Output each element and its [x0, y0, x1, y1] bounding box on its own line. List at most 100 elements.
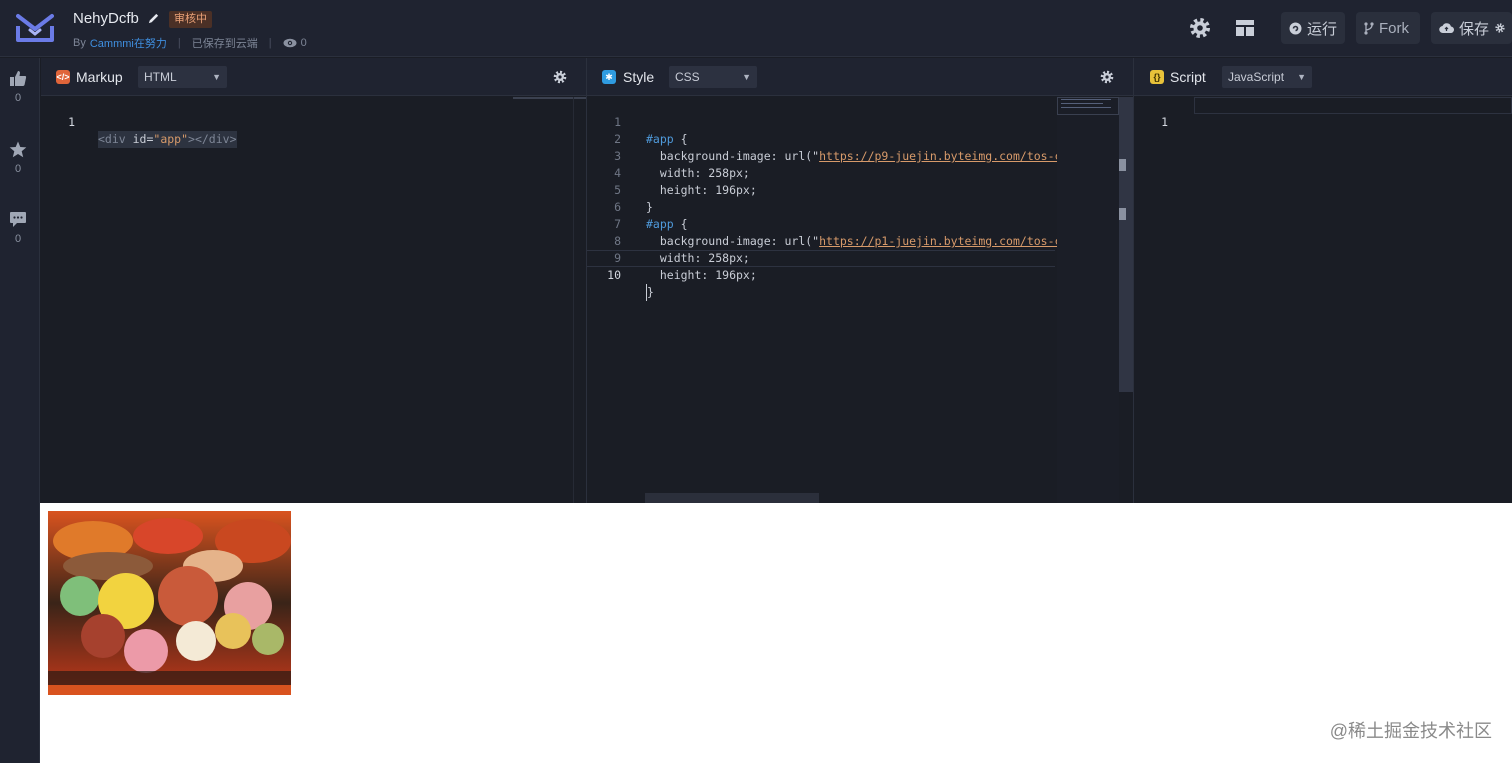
layout-grid-icon[interactable]: [1233, 16, 1257, 40]
project-meta: By Cammmi在努力 | 已保存到云端 | 0: [73, 35, 307, 51]
horizontal-scrollbar[interactable]: [645, 493, 819, 503]
project-title[interactable]: NehyDcfb: [73, 10, 139, 27]
cloud-upload-icon: [1439, 23, 1454, 34]
minimap-indicator: [513, 97, 586, 99]
code-line: 3 width: 258px;: [587, 131, 750, 180]
markup-editor[interactable]: 1 <div id="app"></div>: [41, 97, 586, 503]
save-button[interactable]: 保存: [1431, 12, 1501, 44]
chevron-down-icon: ▼: [1297, 72, 1306, 82]
html-attr-value: "app": [153, 132, 189, 146]
star-icon: [9, 141, 27, 158]
save-status: 已保存到云端: [191, 38, 258, 50]
author-link[interactable]: Cammmi在努力: [90, 35, 167, 51]
style-icon: ✱: [602, 70, 616, 84]
fork-label: Fork: [1379, 19, 1409, 37]
scroll-marker: [1119, 208, 1126, 220]
run-icon: [1289, 22, 1302, 34]
css-selector: #app: [646, 217, 674, 231]
markup-icon: </>: [56, 70, 70, 84]
code-editor-app: NehyDcfb 审核中 By Cammmi在努力 | 已保存到云端 | 0 运…: [0, 0, 1512, 763]
code-line: 4 height: 196px;: [587, 148, 757, 197]
css-url-string[interactable]: https://p9-juejin.byteimg.com/tos-cn: [819, 149, 1068, 163]
like-action[interactable]: 0: [0, 70, 36, 104]
vertical-scrollbar[interactable]: [1119, 97, 1133, 392]
divider: |: [268, 37, 272, 49]
css-url-string[interactable]: https://p1-juejin.byteimg.com/tos-cn: [819, 234, 1068, 248]
by-label: By: [73, 37, 86, 49]
review-status-badge: 审核中: [169, 11, 212, 28]
html-attr: id=: [125, 132, 154, 146]
script-language-select[interactable]: JavaScript ▼: [1222, 66, 1312, 88]
comment-action[interactable]: 0: [0, 211, 36, 245]
settings-gear-icon[interactable]: [1188, 16, 1212, 40]
style-language-value: CSS: [675, 70, 700, 84]
html-tag-close: ></div>: [188, 132, 237, 146]
css-property: background-image:: [646, 149, 778, 163]
save-settings-button[interactable]: [1493, 12, 1512, 44]
css-brace: {: [673, 217, 688, 231]
markup-panel-title: Markup: [76, 69, 123, 85]
code-minimap[interactable]: [1057, 97, 1119, 503]
css-declaration: height: 196px;: [646, 268, 757, 282]
html-tag-open: <div: [98, 132, 126, 146]
comment-count: 0: [14, 233, 22, 245]
edit-pencil-icon[interactable]: [147, 12, 160, 25]
css-brace: {: [673, 132, 688, 146]
comment-icon: [10, 212, 26, 227]
logo-icon[interactable]: [16, 12, 54, 44]
code-line: 10 }: [587, 250, 654, 301]
active-line-highlight: [1194, 97, 1512, 114]
code-line: 9 height: 196px;: [587, 233, 757, 282]
style-panel-header: ✱ Style CSS ▼: [587, 58, 1133, 96]
style-panel: ✱ Style CSS ▼ 1 #app { 2 background-imag…: [587, 58, 1134, 503]
script-panel-title: Script: [1170, 69, 1206, 85]
script-editor[interactable]: 1: [1134, 97, 1512, 503]
top-header: NehyDcfb 审核中 By Cammmi在努力 | 已保存到云端 | 0 运…: [0, 0, 1512, 57]
star-count: 0: [14, 163, 22, 175]
star-action[interactable]: 0: [0, 141, 36, 175]
style-settings-gear-icon[interactable]: [1100, 70, 1114, 84]
code-line: 1: [1134, 97, 1189, 129]
css-brace: }: [646, 284, 654, 301]
save-label: 保存: [1459, 20, 1490, 38]
style-editor[interactable]: 1 #app { 2 background-image: url("https:…: [587, 97, 1133, 503]
eye-icon: [283, 38, 297, 48]
line-number: 1: [68, 115, 75, 129]
code-line: 2 background-image: url("https://p9-juej…: [587, 114, 1068, 163]
panel-divider: [573, 97, 574, 503]
script-panel: {} Script JavaScript ▼ 1: [1134, 58, 1512, 503]
code-line: 5 }: [587, 165, 653, 214]
chevron-down-icon: ▼: [212, 72, 221, 82]
css-declaration: width: 258px;: [646, 251, 750, 265]
mooncake-preview-image: [48, 511, 291, 695]
line-number: 10: [607, 268, 621, 282]
script-language-value: JavaScript: [1228, 70, 1285, 84]
css-declaration: width: 258px;: [646, 166, 750, 180]
left-sidebar: 0 0 0: [0, 58, 40, 763]
line-number: 1: [1161, 115, 1168, 129]
code-line: 7 background-image: url("https://p1-juej…: [587, 199, 1068, 248]
css-declaration: height: 196px;: [646, 183, 757, 197]
code-line: 1 <div id="app"></div>: [41, 97, 586, 148]
run-label: 运行: [1307, 20, 1338, 38]
css-selector: #app: [646, 132, 674, 146]
css-property: background-image:: [646, 234, 778, 248]
markup-settings-gear-icon[interactable]: [553, 70, 567, 84]
divider: |: [177, 37, 181, 49]
view-count: 0: [300, 37, 307, 49]
preview-pane: @稀土掘金技术社区: [40, 503, 1512, 763]
chevron-down-icon: ▼: [742, 72, 751, 82]
style-panel-title: Style: [623, 69, 655, 85]
css-brace: }: [646, 200, 653, 214]
run-button[interactable]: 运行: [1281, 12, 1345, 44]
script-panel-header: {} Script JavaScript ▼: [1134, 58, 1512, 96]
markup-language-select[interactable]: HTML ▼: [138, 66, 227, 88]
style-language-select[interactable]: CSS ▼: [669, 66, 757, 88]
fork-button[interactable]: Fork: [1356, 12, 1420, 44]
code-line: 6 #app {: [587, 182, 688, 231]
css-function: url(": [777, 234, 820, 248]
thumbs-up-icon: [10, 71, 27, 86]
code-line: 1 #app {: [587, 97, 688, 146]
code-content: <div id="app"></div>: [98, 131, 237, 148]
markup-panel: </> Markup HTML ▼ 1 <div id="app"></div>: [41, 58, 587, 503]
